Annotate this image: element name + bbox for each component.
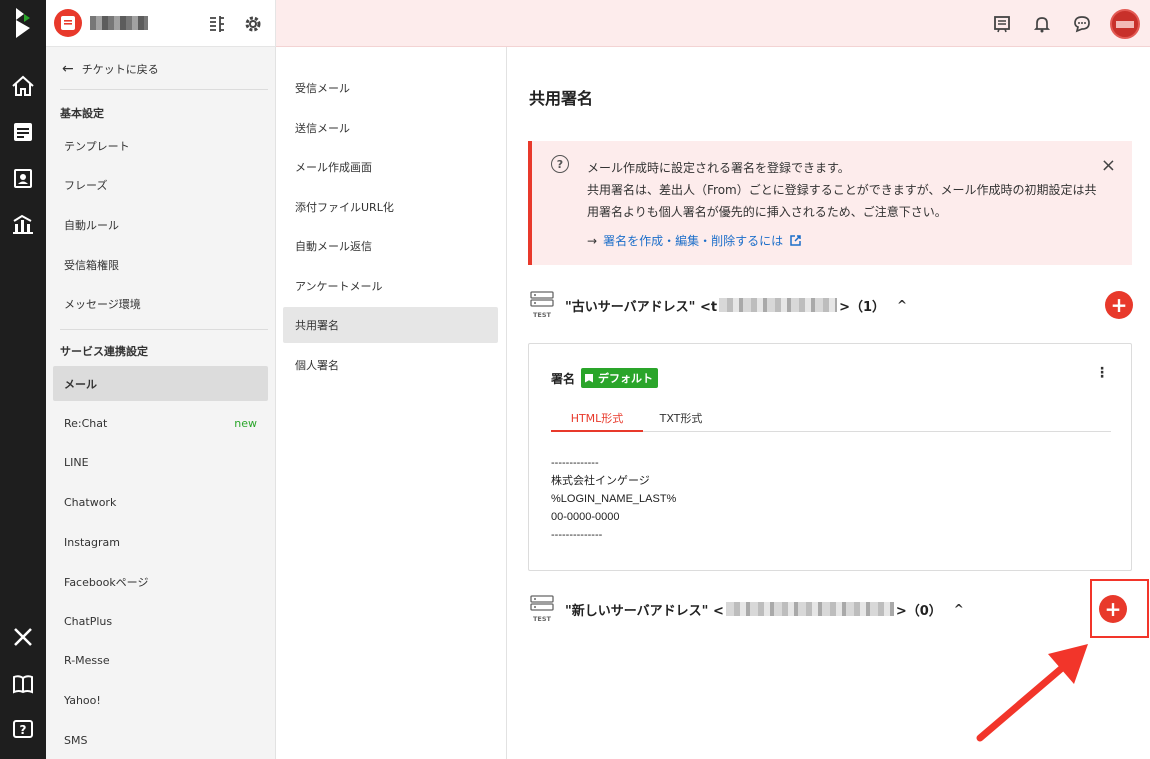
sidebar-item-rmesse[interactable]: R-Messe	[53, 643, 268, 678]
chevron-up-icon[interactable]: ^	[897, 298, 907, 312]
signature-card-title: 署名 デフォルト	[551, 368, 659, 388]
question-icon: ?	[551, 155, 569, 173]
sender-group-title: "古いサーバアドレス" <t >（1） ^	[565, 298, 908, 315]
new-badge: new	[234, 417, 257, 430]
topbar-right	[276, 0, 1150, 47]
contacts-icon[interactable]	[0, 158, 46, 198]
subnav-item-survey[interactable]: アンケートメール	[283, 268, 498, 304]
subnav-item-personal-signature[interactable]: 個人署名	[283, 347, 498, 383]
sidebar-item-instagram[interactable]: Instagram	[53, 525, 268, 560]
divider	[60, 329, 268, 330]
page-title: 共用署名	[529, 89, 594, 108]
sidebar-item-sms[interactable]: SMS	[53, 723, 268, 758]
svg-text:TEST: TEST	[533, 311, 552, 319]
sender-group-new: TEST "新しいサーバアドレス" < >（0） ^ +	[529, 595, 1133, 623]
sidebar-item-message-env[interactable]: メッセージ環境	[53, 286, 268, 321]
server-test-icon: TEST	[529, 291, 555, 319]
close-icon[interactable]: ×	[1101, 155, 1116, 176]
sender-group-title: "新しいサーバアドレス" < >（0） ^	[565, 602, 964, 619]
chat-icon[interactable]	[1070, 12, 1094, 36]
subnav-item-incoming[interactable]: 受信メール	[283, 70, 498, 106]
sidebar-item-chatplus[interactable]: ChatPlus	[53, 604, 268, 639]
help-icon[interactable]: ?	[0, 710, 46, 750]
logo-icon[interactable]	[0, 3, 46, 43]
section-title-service: サービス連携設定	[60, 345, 148, 358]
redacted-address	[725, 602, 894, 616]
gear-icon[interactable]	[241, 12, 265, 36]
ticket-icon[interactable]	[0, 112, 46, 152]
external-link-icon	[790, 235, 801, 246]
sidebar-item-template[interactable]: テンプレート	[53, 128, 268, 163]
sidebar-item-chatwork[interactable]: Chatwork	[53, 485, 268, 520]
server-test-icon: TEST	[529, 595, 555, 623]
subnav-item-shared-signature[interactable]: 共用署名	[283, 307, 498, 343]
info-alert: ? メール作成時に設定される署名を登録できます。 共用署名は、差出人（From）…	[528, 141, 1132, 265]
left-rail: ?	[0, 0, 46, 759]
account-name-redacted	[90, 16, 148, 30]
section-title-basic: 基本設定	[60, 107, 104, 120]
back-to-tickets-link[interactable]: ← チケットに戻る	[62, 61, 159, 77]
subnav-item-attachment-url[interactable]: 添付ファイルURL化	[283, 189, 498, 225]
flag-icon	[585, 373, 594, 383]
bell-icon[interactable]	[1030, 12, 1054, 36]
sidebar-item-mail[interactable]: メール	[53, 366, 268, 401]
default-badge: デフォルト	[581, 368, 659, 388]
subnav-item-compose[interactable]: メール作成画面	[283, 149, 498, 185]
signature-card: 署名 デフォルト ⋮ HTML形式 TXT形式 ------------- 株式…	[528, 343, 1132, 571]
redacted-address	[719, 298, 838, 312]
mail-settings-subnav: 受信メール 送信メール メール作成画面 添付ファイルURL化 自動メール返信 ア…	[276, 47, 507, 759]
arrow-right-icon: →	[587, 233, 598, 248]
highlight-box	[1090, 579, 1149, 638]
topbar-left	[46, 0, 276, 47]
svg-text:TEST: TEST	[533, 615, 552, 623]
annotation-arrow-icon	[976, 644, 1088, 742]
format-tabs: HTML形式 TXT形式	[551, 406, 1111, 432]
book-icon[interactable]	[0, 664, 46, 704]
subnav-item-auto-reply[interactable]: 自動メール返信	[283, 228, 498, 264]
svg-text:?: ?	[20, 723, 27, 737]
sender-group-old: TEST "古いサーバアドレス" <t >（1） ^ +	[529, 291, 1133, 319]
settings-sidebar: ← チケットに戻る 基本設定 テンプレート フレーズ 自動ルール 受信箱権限 メ…	[46, 47, 276, 759]
tab-html[interactable]: HTML形式	[551, 410, 643, 432]
avatar[interactable]	[1110, 9, 1140, 39]
help-link[interactable]: → 署名を作成・編集・削除するには	[587, 232, 802, 249]
sidebar-item-phrase[interactable]: フレーズ	[53, 167, 268, 202]
signature-body: ------------- 株式会社インゲージ %LOGIN_NAME_LAST…	[551, 457, 677, 541]
home-icon[interactable]	[0, 66, 46, 106]
subnav-item-outgoing[interactable]: 送信メール	[283, 110, 498, 146]
more-options-icon[interactable]: ⋮	[1095, 366, 1109, 380]
sidebar-item-yahoo[interactable]: Yahoo!	[53, 683, 268, 718]
analytics-icon[interactable]	[0, 204, 46, 244]
news-icon[interactable]	[990, 12, 1014, 36]
sidebar-item-facebook[interactable]: Facebookページ	[53, 564, 268, 599]
alert-text: メール作成時に設定される署名を登録できます。 共用署名は、差出人（From）ごと…	[587, 161, 1097, 219]
list-icon[interactable]	[205, 12, 229, 36]
sidebar-item-auto-rule[interactable]: 自動ルール	[53, 207, 268, 242]
arrow-left-icon: ←	[62, 61, 74, 77]
sidebar-item-rechat[interactable]: Re:Chat new	[53, 406, 268, 441]
tab-txt[interactable]: TXT形式	[646, 410, 716, 432]
tools-icon[interactable]	[0, 617, 46, 657]
sidebar-item-line[interactable]: LINE	[53, 445, 268, 480]
add-signature-button[interactable]: +	[1105, 291, 1133, 319]
chevron-up-icon[interactable]: ^	[954, 602, 964, 616]
sidebar-item-inbox-permission[interactable]: 受信箱権限	[53, 247, 268, 282]
inbox-badge-icon[interactable]	[54, 9, 82, 37]
divider	[60, 89, 268, 90]
